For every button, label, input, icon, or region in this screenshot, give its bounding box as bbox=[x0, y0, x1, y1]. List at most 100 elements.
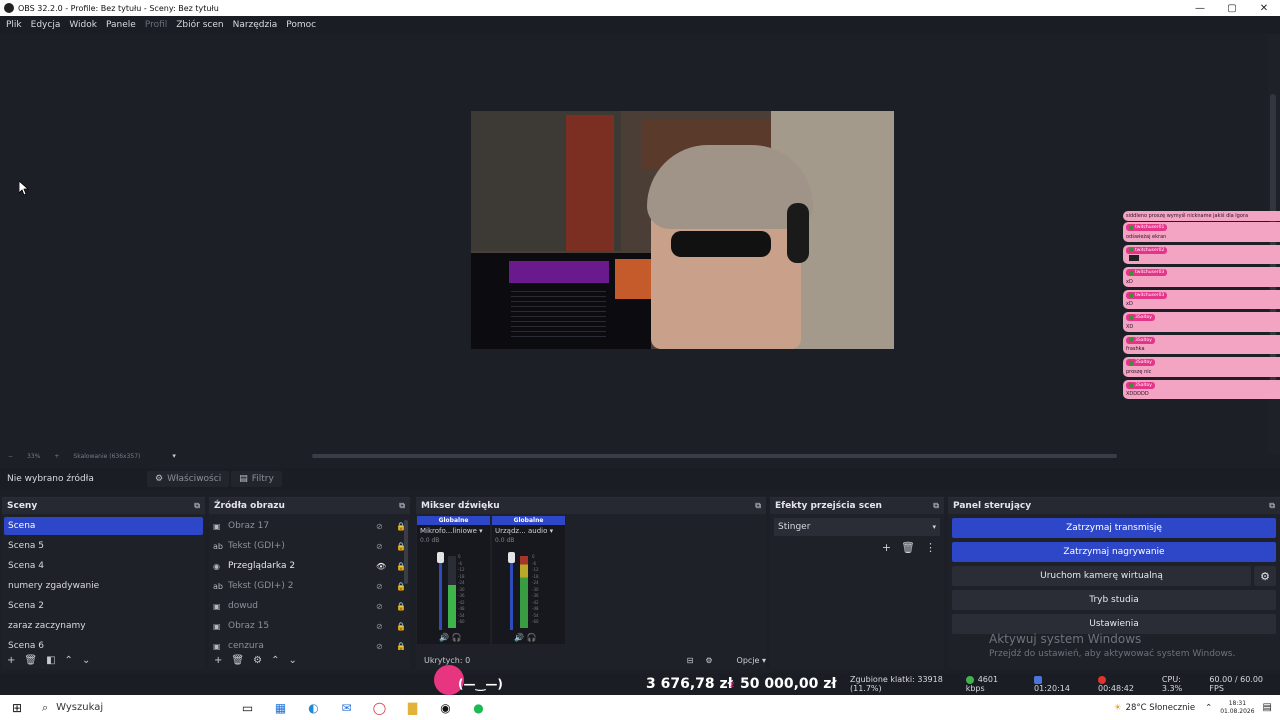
add-transition-icon[interactable]: + bbox=[882, 541, 891, 554]
scene-item[interactable]: Scena bbox=[4, 517, 203, 535]
source-item[interactable]: ab Tekst (GDI+) 2 ⊘ 🔒 bbox=[213, 577, 406, 595]
hidden-eye-icon[interactable]: ⊘ bbox=[376, 642, 388, 651]
start-virtual-camera-button[interactable]: Uruchom kamerę wirtualną bbox=[952, 566, 1251, 586]
source-item[interactable]: ▣ Obraz 17 ⊘ 🔒 bbox=[213, 517, 406, 535]
source-item[interactable]: ab Tekst (GDI+) ⊘ 🔒 bbox=[213, 537, 406, 555]
move-up-icon[interactable]: ⌃ bbox=[65, 655, 73, 666]
source-item[interactable]: ▣ Obraz 15 ⊘ 🔒 bbox=[213, 617, 406, 635]
hidden-eye-icon[interactable]: ⊘ bbox=[376, 542, 388, 551]
menu-scene-collection[interactable]: Zbiór scen bbox=[176, 20, 223, 30]
menu-profile[interactable]: Profil bbox=[145, 20, 167, 30]
scene-item[interactable]: Scena 4 bbox=[4, 557, 203, 575]
zoom-in-button[interactable]: + bbox=[54, 453, 59, 460]
menu-file[interactable]: Plik bbox=[6, 20, 22, 30]
transitions-dock: Efekty przejścia scen ⧉ Stinger ▾ + 🗑 ⋮ bbox=[770, 497, 944, 669]
add-scene-icon[interactable]: + bbox=[7, 655, 15, 666]
lock-icon[interactable]: 🔒 bbox=[392, 602, 406, 611]
remove-scene-icon[interactable]: 🗑 bbox=[24, 655, 37, 666]
global-badge: Globalne bbox=[492, 516, 565, 525]
lock-icon[interactable]: 🔒 bbox=[392, 622, 406, 631]
maximize-button[interactable]: ▢ bbox=[1216, 3, 1248, 14]
undock-icon[interactable]: ⧉ bbox=[1269, 501, 1275, 511]
undock-icon[interactable]: ⧉ bbox=[755, 501, 761, 511]
transition-select[interactable]: Stinger ▾ bbox=[774, 518, 940, 536]
stop-streaming-button[interactable]: Zatrzymaj transmisję bbox=[952, 518, 1276, 538]
preview-horizontal-scrollbar[interactable] bbox=[312, 454, 1117, 458]
menu-tools[interactable]: Narzędzia bbox=[233, 20, 278, 30]
donation-separator: z bbox=[730, 680, 735, 689]
scene-filters-icon[interactable]: ◧ bbox=[46, 655, 55, 666]
menu-docks[interactable]: Panele bbox=[106, 20, 136, 30]
taskbar-clock[interactable]: 18:31 01.08.2026 bbox=[1220, 700, 1254, 716]
mail-icon[interactable]: ✉ bbox=[330, 701, 363, 715]
windows-activation-watermark: Aktywuj system Windows Przejdź do ustawi… bbox=[989, 632, 1235, 659]
menu-edit[interactable]: Edycja bbox=[31, 20, 61, 30]
opera-icon[interactable]: ◯ bbox=[363, 701, 396, 715]
undock-icon[interactable]: ⧉ bbox=[194, 501, 200, 511]
eye-icon[interactable]: 👁 bbox=[376, 562, 388, 571]
channel-name[interactable]: Urządz... audio ▾ bbox=[492, 525, 565, 537]
studio-mode-button[interactable]: Tryb studia bbox=[952, 590, 1276, 610]
minimize-button[interactable]: — bbox=[1184, 3, 1216, 14]
move-up-icon[interactable]: ⌃ bbox=[271, 655, 279, 666]
menu-view[interactable]: Widok bbox=[69, 20, 97, 30]
move-down-icon[interactable]: ⌄ bbox=[82, 655, 90, 666]
store-icon[interactable]: ▦ bbox=[264, 701, 297, 715]
donation-goal: 50 000,00 zł bbox=[740, 676, 837, 692]
chat-text: XD bbox=[1126, 323, 1134, 330]
stop-recording-button[interactable]: Zatrzymaj nagrywanie bbox=[952, 542, 1276, 562]
scene-item[interactable]: Scena 2 bbox=[4, 597, 203, 615]
add-source-icon[interactable]: + bbox=[214, 655, 222, 666]
taskbar-search[interactable]: ⌕ Wyszukaj bbox=[34, 695, 219, 720]
remove-source-icon[interactable]: 🗑 bbox=[231, 655, 244, 666]
sources-dock: Źródła obrazu ⧉ ▣ Obraz 17 ⊘ 🔒 ab Tekst (GDI+… bbox=[209, 497, 410, 669]
emote-icon bbox=[1129, 255, 1139, 261]
gear-icon[interactable]: ⚙ bbox=[1254, 566, 1276, 586]
notifications-icon[interactable]: ▤ bbox=[1263, 702, 1272, 713]
scene-item[interactable]: Scena 5 bbox=[4, 537, 203, 555]
lock-icon[interactable]: 🔒 bbox=[392, 642, 406, 651]
undock-icon[interactable]: ⧉ bbox=[399, 501, 405, 511]
volume-fader[interactable] bbox=[439, 554, 442, 630]
tray-expand-icon[interactable]: ⌃ bbox=[1205, 703, 1212, 713]
weather-widget[interactable]: ☀ 28°C Słonecznie bbox=[1114, 703, 1195, 713]
hidden-eye-icon[interactable]: ⊘ bbox=[376, 622, 388, 631]
settings-button[interactable]: Ustawienia bbox=[952, 614, 1276, 634]
spotify-icon[interactable]: ● bbox=[462, 701, 495, 715]
sources-scrollbar[interactable] bbox=[404, 520, 408, 584]
windows-start-icon[interactable]: ⊞ bbox=[0, 701, 34, 715]
close-button[interactable]: ✕ bbox=[1248, 3, 1280, 14]
source-settings-icon[interactable]: ⚙ bbox=[253, 655, 262, 666]
source-item[interactable]: ▣ dowud ⊘ 🔒 bbox=[213, 597, 406, 615]
move-down-icon[interactable]: ⌄ bbox=[288, 655, 296, 666]
scene-item[interactable]: numery zgadywanie bbox=[4, 577, 203, 595]
obs-taskbar-icon[interactable]: ◉ bbox=[429, 701, 462, 715]
source-item[interactable]: ◉ Przeglądarka 2 👁 🔒 bbox=[213, 557, 406, 575]
speaker-icon[interactable]: 🔊 bbox=[439, 633, 449, 642]
remove-transition-icon[interactable]: 🗑 bbox=[901, 541, 915, 554]
task-view-icon[interactable]: ▭ bbox=[231, 701, 264, 715]
channel-name[interactable]: Mikrofo...liniowe ▾ bbox=[417, 525, 490, 537]
properties-button[interactable]: ⚙ Właściwości bbox=[147, 471, 230, 487]
hidden-eye-icon[interactable]: ⊘ bbox=[376, 602, 388, 611]
scale-dropdown-icon[interactable]: ▾ bbox=[172, 452, 176, 460]
menu-help[interactable]: Pomoc bbox=[286, 20, 316, 30]
edge-icon[interactable]: ◐ bbox=[297, 701, 330, 715]
source-item[interactable]: ▣ cenzura ⊘ 🔒 bbox=[213, 637, 406, 650]
scene-item[interactable]: zaraz zaczynamy bbox=[4, 617, 203, 635]
volume-handle[interactable] bbox=[508, 552, 515, 563]
preview-canvas[interactable] bbox=[471, 111, 894, 349]
volume-fader[interactable] bbox=[510, 554, 513, 630]
hidden-eye-icon[interactable]: ⊘ bbox=[376, 582, 388, 591]
filters-button[interactable]: ▤ Filtry bbox=[231, 471, 282, 487]
zoom-out-button[interactable]: − bbox=[8, 453, 13, 460]
speaker-icon[interactable]: 🔊 bbox=[514, 633, 524, 642]
headphones-icon[interactable]: 🎧 bbox=[527, 633, 537, 642]
more-icon[interactable]: ⋮ bbox=[925, 541, 936, 554]
file-explorer-icon[interactable]: ▇ bbox=[396, 701, 429, 715]
headphones-icon[interactable]: 🎧 bbox=[452, 633, 462, 642]
volume-handle[interactable] bbox=[437, 552, 444, 563]
hidden-eye-icon[interactable]: ⊘ bbox=[376, 522, 388, 531]
undock-icon[interactable]: ⧉ bbox=[933, 501, 939, 511]
source-label: cenzura bbox=[228, 641, 264, 650]
